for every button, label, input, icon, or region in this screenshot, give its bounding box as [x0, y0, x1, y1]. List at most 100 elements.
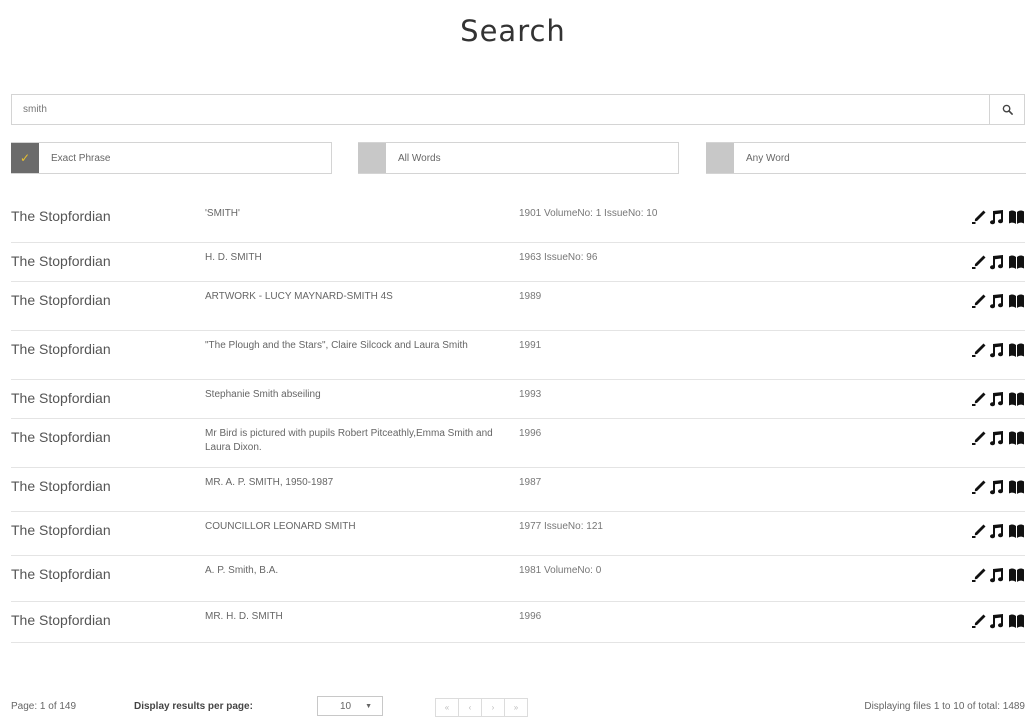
result-row[interactable]: The Stopfordian MR. H. D. SMITH 1996: [11, 602, 1025, 643]
option-all-words[interactable]: All Words: [358, 142, 679, 174]
search-mode-options: ✓ Exact Phrase All Words Any Word: [11, 142, 1026, 174]
pager-prev-button[interactable]: ‹: [458, 698, 482, 717]
open-book-icon[interactable]: [1008, 567, 1025, 583]
option-label: All Words: [398, 152, 441, 164]
result-title[interactable]: COUNCILLOR LEONARD SMITH: [205, 520, 521, 534]
result-actions: [971, 342, 1025, 358]
results-total: Displaying files 1 to 10 of total: 1489: [864, 701, 1025, 712]
edit-pencil-icon[interactable]: [971, 293, 987, 309]
result-publication: The Stopfordian: [11, 390, 111, 406]
checkbox[interactable]: [706, 143, 734, 173]
page-title: Search: [460, 14, 566, 48]
pagination: «‹ ›»: [435, 698, 528, 717]
result-publication: The Stopfordian: [11, 429, 111, 445]
result-actions: [971, 567, 1025, 583]
open-book-icon[interactable]: [1008, 342, 1025, 358]
open-book-icon[interactable]: [1008, 523, 1025, 539]
result-title[interactable]: MR. A. P. SMITH, 1950-1987: [205, 476, 521, 490]
result-actions: [971, 430, 1025, 446]
search-button[interactable]: [989, 94, 1025, 125]
footer: Page: 1 of 149 Display results per page:…: [11, 696, 1025, 720]
result-date: 1989: [519, 291, 542, 302]
result-title[interactable]: Stephanie Smith abseiling: [205, 388, 521, 402]
result-title[interactable]: Mr Bird is pictured with pupils Robert P…: [205, 427, 521, 455]
result-date: 1996: [519, 611, 542, 622]
result-publication: The Stopfordian: [11, 566, 111, 582]
option-label: Any Word: [746, 152, 790, 164]
edit-pencil-icon[interactable]: [971, 391, 987, 407]
option-label: Exact Phrase: [51, 152, 111, 164]
result-row[interactable]: The Stopfordian ARTWORK - LUCY MAYNARD-SM…: [11, 282, 1025, 331]
search-input[interactable]: [11, 94, 989, 125]
music-note-icon[interactable]: [990, 209, 1005, 225]
checkbox[interactable]: ✓: [11, 143, 39, 173]
result-row[interactable]: The Stopfordian Stephanie Smith abseiling…: [11, 380, 1025, 419]
result-title[interactable]: A. P. Smith, B.A.: [205, 564, 521, 578]
result-row[interactable]: The Stopfordian "The Plough and the Stars…: [11, 331, 1025, 380]
music-note-icon[interactable]: [990, 342, 1005, 358]
music-note-icon[interactable]: [990, 293, 1005, 309]
result-title[interactable]: "The Plough and the Stars", Claire Silco…: [205, 339, 521, 353]
music-note-icon[interactable]: [990, 479, 1005, 495]
edit-pencil-icon[interactable]: [971, 523, 987, 539]
result-actions: [971, 209, 1025, 225]
result-title[interactable]: ARTWORK - LUCY MAYNARD-SMITH 4S: [205, 290, 521, 304]
option-any-word[interactable]: Any Word: [706, 142, 1026, 174]
music-note-icon[interactable]: [990, 254, 1005, 270]
result-row[interactable]: The Stopfordian Mr Bird is pictured with …: [11, 419, 1025, 468]
result-row[interactable]: The Stopfordian H. D. SMITH 1963 IssueNo: …: [11, 243, 1025, 282]
music-note-icon[interactable]: [990, 613, 1005, 629]
per-page-value: 10: [340, 700, 352, 712]
search-bar: [11, 94, 1025, 125]
edit-pencil-icon[interactable]: [971, 254, 987, 270]
edit-pencil-icon[interactable]: [971, 567, 987, 583]
result-publication: The Stopfordian: [11, 208, 111, 224]
result-row[interactable]: The Stopfordian COUNCILLOR LEONARD SMITH 1…: [11, 512, 1025, 556]
option-exact-phrase[interactable]: ✓ Exact Phrase: [11, 142, 332, 174]
open-book-icon[interactable]: [1008, 293, 1025, 309]
result-publication: The Stopfordian: [11, 253, 111, 269]
open-book-icon[interactable]: [1008, 254, 1025, 270]
check-icon: ✓: [19, 151, 31, 165]
open-book-icon[interactable]: [1008, 209, 1025, 225]
music-note-icon[interactable]: [990, 523, 1005, 539]
result-title[interactable]: 'SMITH': [205, 207, 521, 221]
open-book-icon[interactable]: [1008, 430, 1025, 446]
edit-pencil-icon[interactable]: [971, 479, 987, 495]
result-date: 1993: [519, 389, 542, 400]
result-publication: The Stopfordian: [11, 341, 111, 357]
per-page-label: Display results per page:: [134, 701, 253, 712]
result-title[interactable]: MR. H. D. SMITH: [205, 610, 521, 624]
edit-pencil-icon[interactable]: [971, 209, 987, 225]
result-row[interactable]: The Stopfordian MR. A. P. SMITH, 1950-198…: [11, 468, 1025, 512]
result-publication: The Stopfordian: [11, 522, 111, 538]
page: Search ✓ Exact Phrase All Words Any Word Th…: [0, 0, 1026, 724]
caret-down-icon: ▼: [365, 702, 373, 710]
edit-pencil-icon[interactable]: [971, 342, 987, 358]
pager-first-button[interactable]: «: [435, 698, 459, 717]
result-date: 1977 IssueNo: 121: [519, 521, 603, 532]
result-actions: [971, 523, 1025, 539]
open-book-icon[interactable]: [1008, 391, 1025, 407]
music-note-icon[interactable]: [990, 391, 1005, 407]
result-actions: [971, 293, 1025, 309]
checkbox[interactable]: [358, 143, 386, 173]
result-actions: [971, 391, 1025, 407]
page-info: Page: 1 of 149: [11, 701, 77, 712]
result-date: 1981 VolumeNo: 0: [519, 565, 602, 576]
edit-pencil-icon[interactable]: [971, 613, 987, 629]
edit-pencil-icon[interactable]: [971, 430, 987, 446]
open-book-icon[interactable]: [1008, 613, 1025, 629]
open-book-icon[interactable]: [1008, 479, 1025, 495]
search-icon: [1002, 104, 1013, 115]
result-publication: The Stopfordian: [11, 478, 111, 494]
result-date: 1963 IssueNo: 96: [519, 252, 598, 263]
per-page-select[interactable]: 10 ▼: [317, 696, 383, 716]
pager-last-button[interactable]: »: [504, 698, 528, 717]
pager-next-button[interactable]: ›: [481, 698, 505, 717]
result-row[interactable]: The Stopfordian A. P. Smith, B.A. 1981 Vol…: [11, 556, 1025, 602]
music-note-icon[interactable]: [990, 430, 1005, 446]
result-row[interactable]: The Stopfordian 'SMITH' 1901 VolumeNo: 1 I…: [11, 196, 1025, 243]
result-title[interactable]: H. D. SMITH: [205, 251, 521, 265]
music-note-icon[interactable]: [990, 567, 1005, 583]
